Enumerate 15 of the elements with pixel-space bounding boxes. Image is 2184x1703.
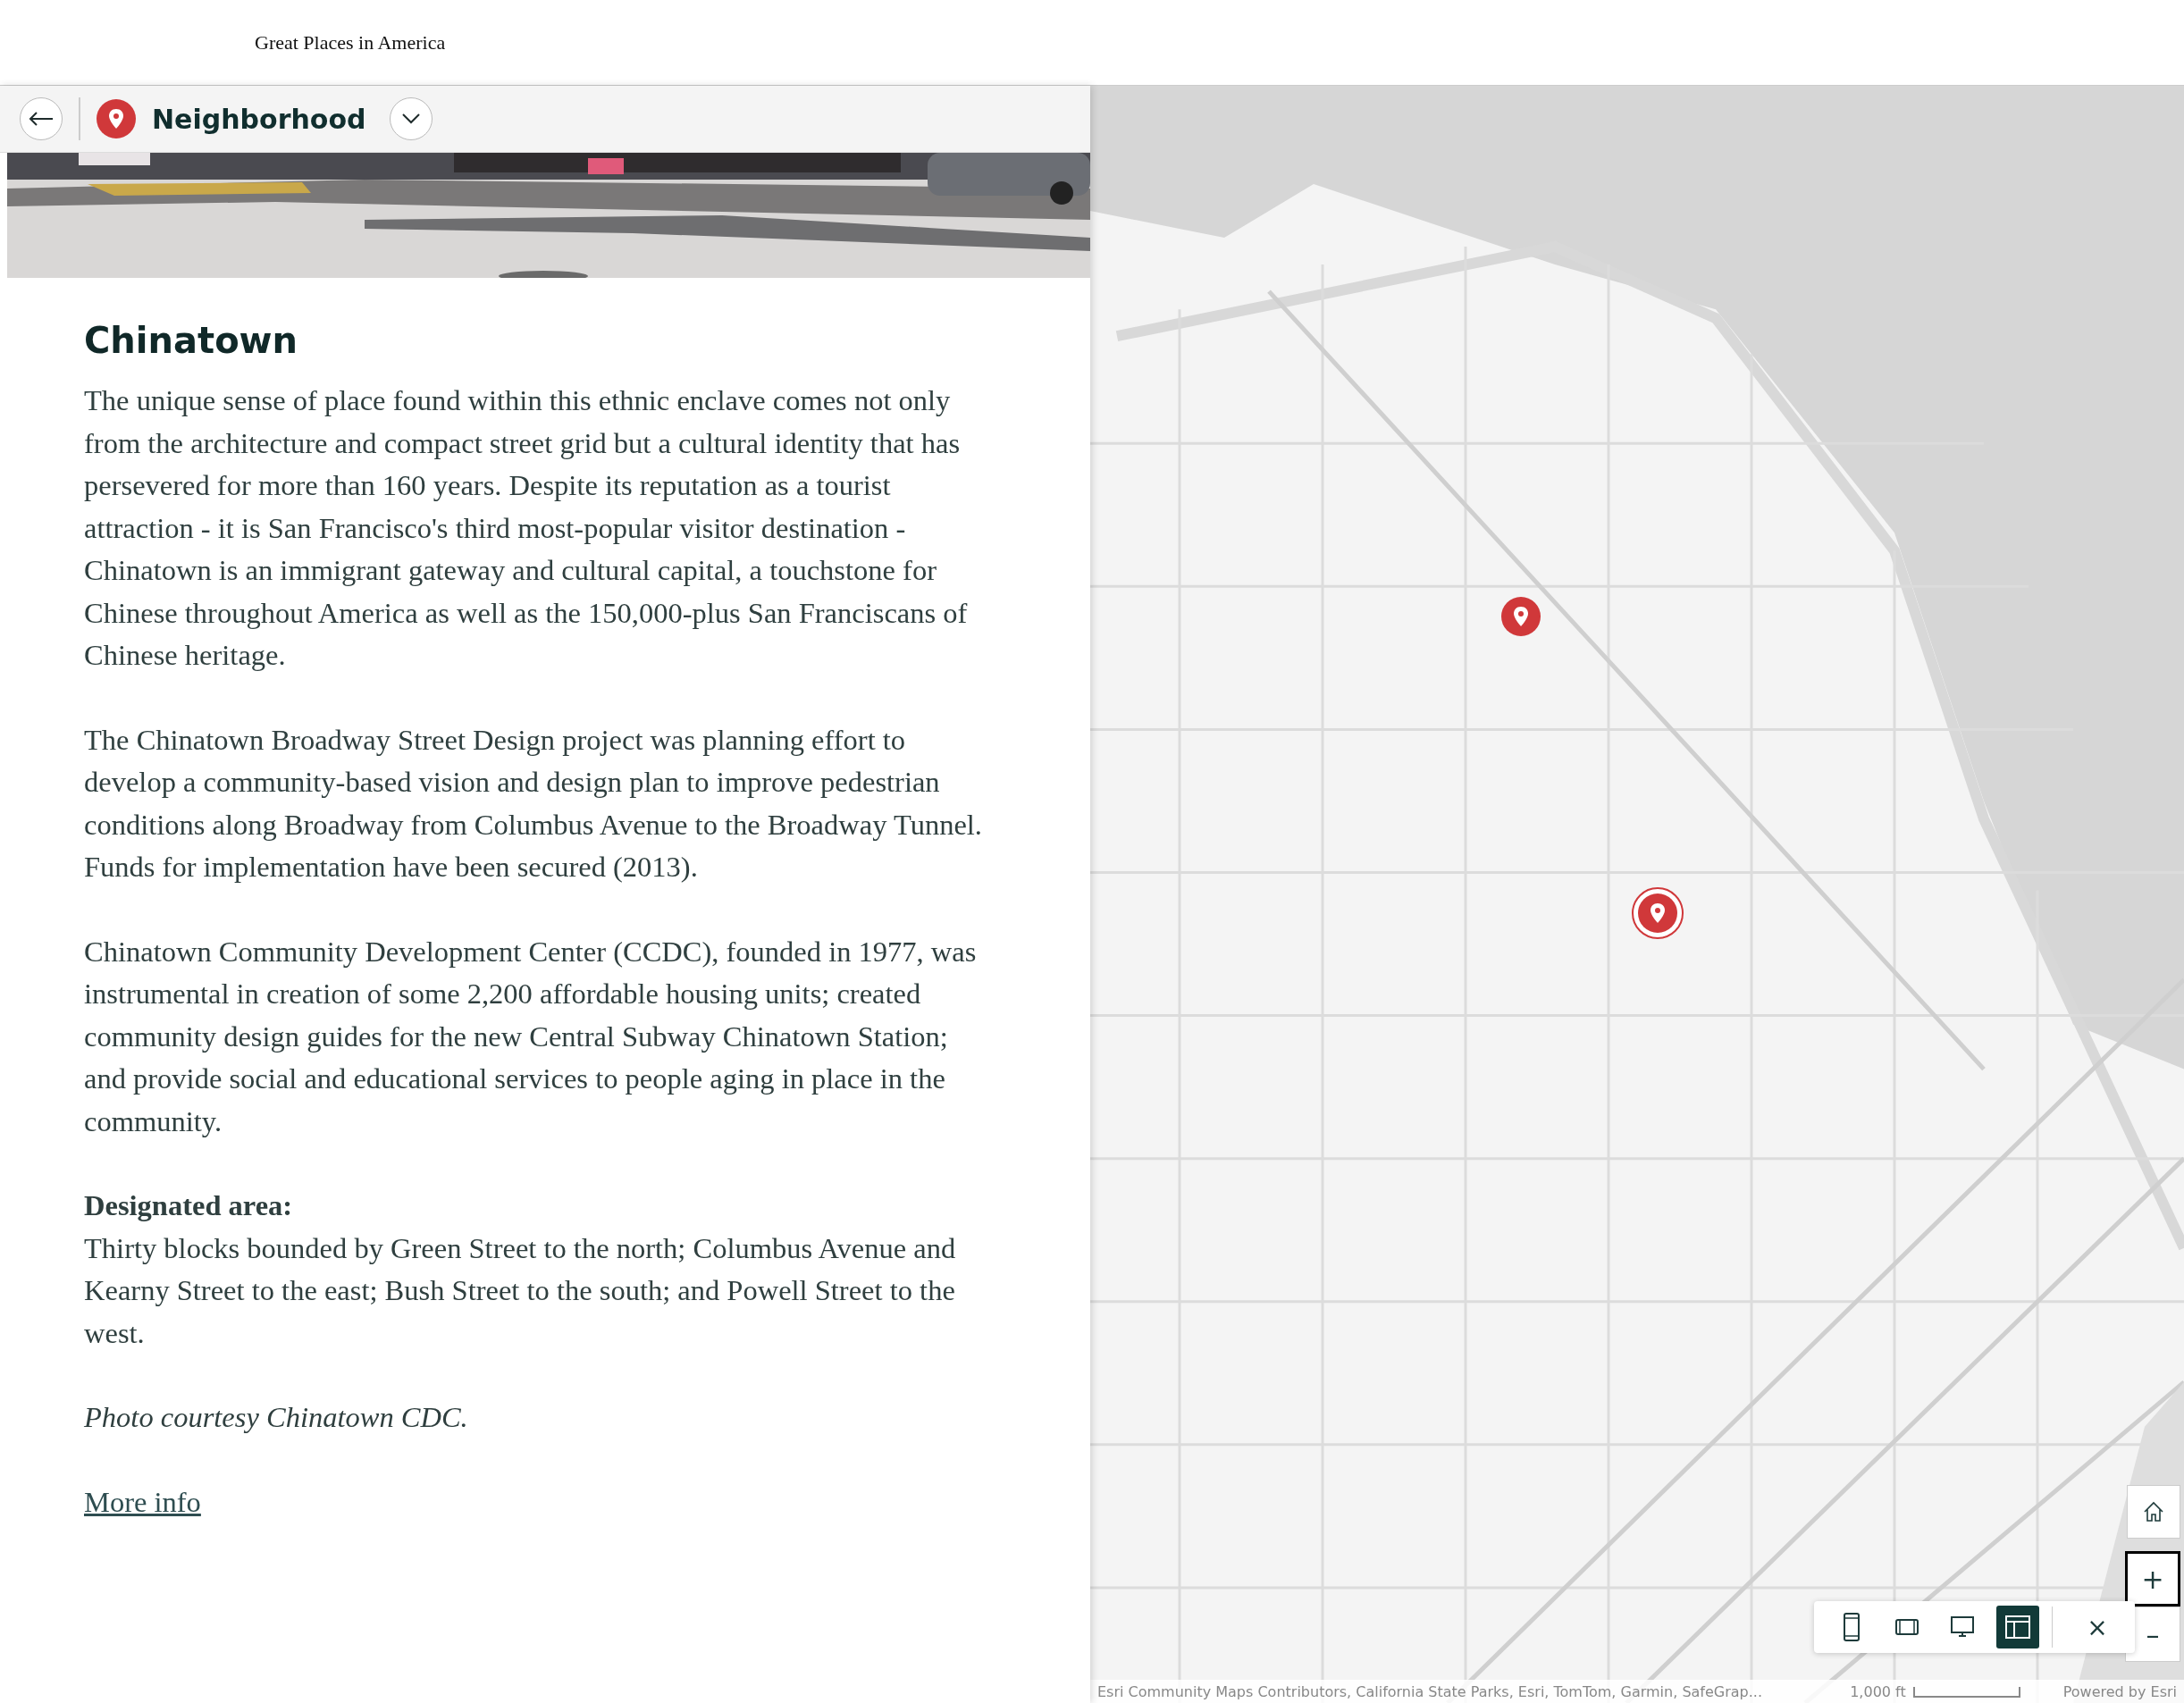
site-title: Great Places in America <box>255 30 446 55</box>
back-arrow-icon <box>28 110 55 128</box>
photo-credit: Photo courtesy Chinatown CDC. <box>84 1400 469 1435</box>
article-heading: Chinatown <box>84 319 299 363</box>
designated-area-label: Designated area: <box>84 1188 294 1223</box>
location-pin-icon <box>97 99 136 138</box>
more-info-link[interactable]: More info <box>84 1485 201 1518</box>
article-paragraph: The Chinatown Broadway Street Design project was planning effort to develop a community-based vision and design plan to improve pedestrian conditions along Broadway from Columbus Avenue to the Broadway Tunnel. Funds for implementation have been secured (2013). <box>84 722 983 885</box>
chevron-down-icon <box>400 113 421 125</box>
dropdown-button[interactable] <box>389 97 433 140</box>
designated-area-text: Thirty blocks bounded by Green Street to the north; Columbus Avenue and Kearny Street to the east; Bush Street to the south; and Powell Street to the west. <box>84 1230 957 1351</box>
article-paragraph: Chinatown Community Development Center (CCDC), founded in 1977, was instrumental in creation of some 2,200 affordable housing units; created community design guides for the new Central Subway Chinatown Station; and provide social and educational services to people aging in place in the community. <box>84 934 978 1139</box>
back-button[interactable] <box>20 97 63 140</box>
article-paragraph: The unique sense of place found within this ethnic enclave comes not only from the architecture and compact street grid but a cultural identity that has persevered for more than 160 years. Despite its reputation as a tourist attraction - it is San Francisco's third most-popular visitor destination - Chinatown is an immigrant gateway and cultural capital, a touchstone for Chinese throughout America as well as the 150,000-plus San Franciscans of Chinese heritage. <box>84 383 969 673</box>
section-title: Neighborhood <box>152 103 366 135</box>
